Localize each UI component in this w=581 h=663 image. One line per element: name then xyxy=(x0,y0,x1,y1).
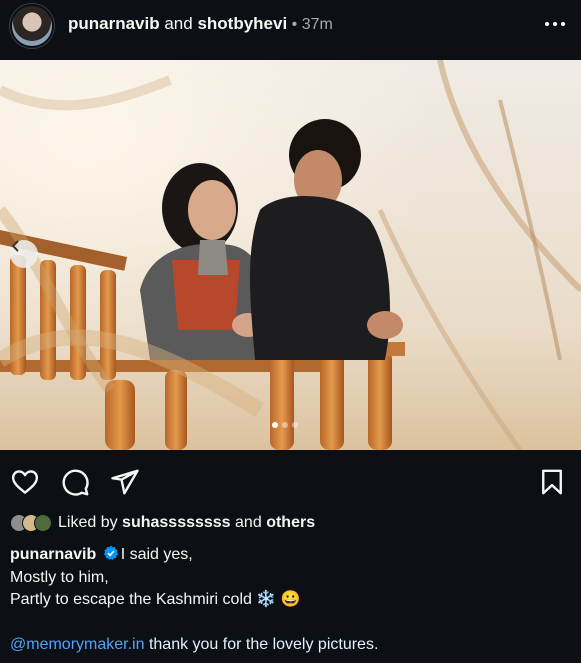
coauthor-username[interactable]: shotbyhevi xyxy=(197,14,287,33)
like-button[interactable] xyxy=(10,467,40,497)
author-avatar[interactable] xyxy=(10,4,54,48)
carousel-prev-button[interactable] xyxy=(10,240,38,268)
post-header: punarnavib and shotbyhevi • 37m xyxy=(0,0,581,60)
likes-prefix: Liked by xyxy=(58,514,118,531)
post-time[interactable]: 37m xyxy=(302,16,333,33)
post-photo[interactable] xyxy=(0,60,581,450)
post-author-line: punarnavib and shotbyhevi • 37m xyxy=(68,14,333,34)
photo-scene xyxy=(0,60,581,450)
more-options-button[interactable] xyxy=(543,12,567,36)
save-button[interactable] xyxy=(537,467,567,497)
snowflake-emoji: ❄️ xyxy=(256,591,277,608)
share-button[interactable] xyxy=(110,467,140,497)
post-caption: punarnavib I said yes, Mostly to him, Pa… xyxy=(10,544,570,656)
send-icon xyxy=(111,469,139,495)
chevron-left-icon xyxy=(11,240,19,252)
liker-username[interactable]: suhassssssss xyxy=(122,514,231,532)
comment-icon xyxy=(62,469,89,496)
post-actions xyxy=(0,462,581,502)
likes-others[interactable]: others xyxy=(266,514,315,532)
caption-line-2: Mostly to him, xyxy=(10,568,109,586)
more-options-icon xyxy=(545,22,565,26)
caption-line-1: I said yes, xyxy=(120,546,193,563)
author-connector: and xyxy=(159,14,198,33)
carousel-dot xyxy=(292,422,298,428)
liker-avatar xyxy=(34,514,52,532)
author-username[interactable]: punarnavib xyxy=(68,14,160,33)
caption-author[interactable]: punarnavib xyxy=(10,546,96,563)
bookmark-icon xyxy=(542,469,562,495)
caption-line-3: Partly to escape the Kashmiri cold xyxy=(10,591,252,608)
caption-thanks: thank you for the lovely pictures. xyxy=(144,635,379,653)
carousel-indicator xyxy=(272,422,298,428)
heart-icon xyxy=(11,470,39,494)
comment-button[interactable] xyxy=(60,467,90,497)
likes-summary[interactable]: Liked by suhassssssss and others xyxy=(10,514,315,532)
liker-avatars xyxy=(10,514,52,532)
likes-conjunction: and xyxy=(235,514,262,531)
smile-emoji: 😀 xyxy=(280,591,301,608)
carousel-dot xyxy=(272,422,278,428)
caption-mention-line: @memorymaker.in thank you for the lovely… xyxy=(10,634,570,657)
time-separator: • xyxy=(287,16,302,33)
mention-link[interactable]: @memorymaker.in xyxy=(10,636,145,653)
verified-badge-icon xyxy=(103,545,118,560)
carousel-dot xyxy=(282,422,288,428)
